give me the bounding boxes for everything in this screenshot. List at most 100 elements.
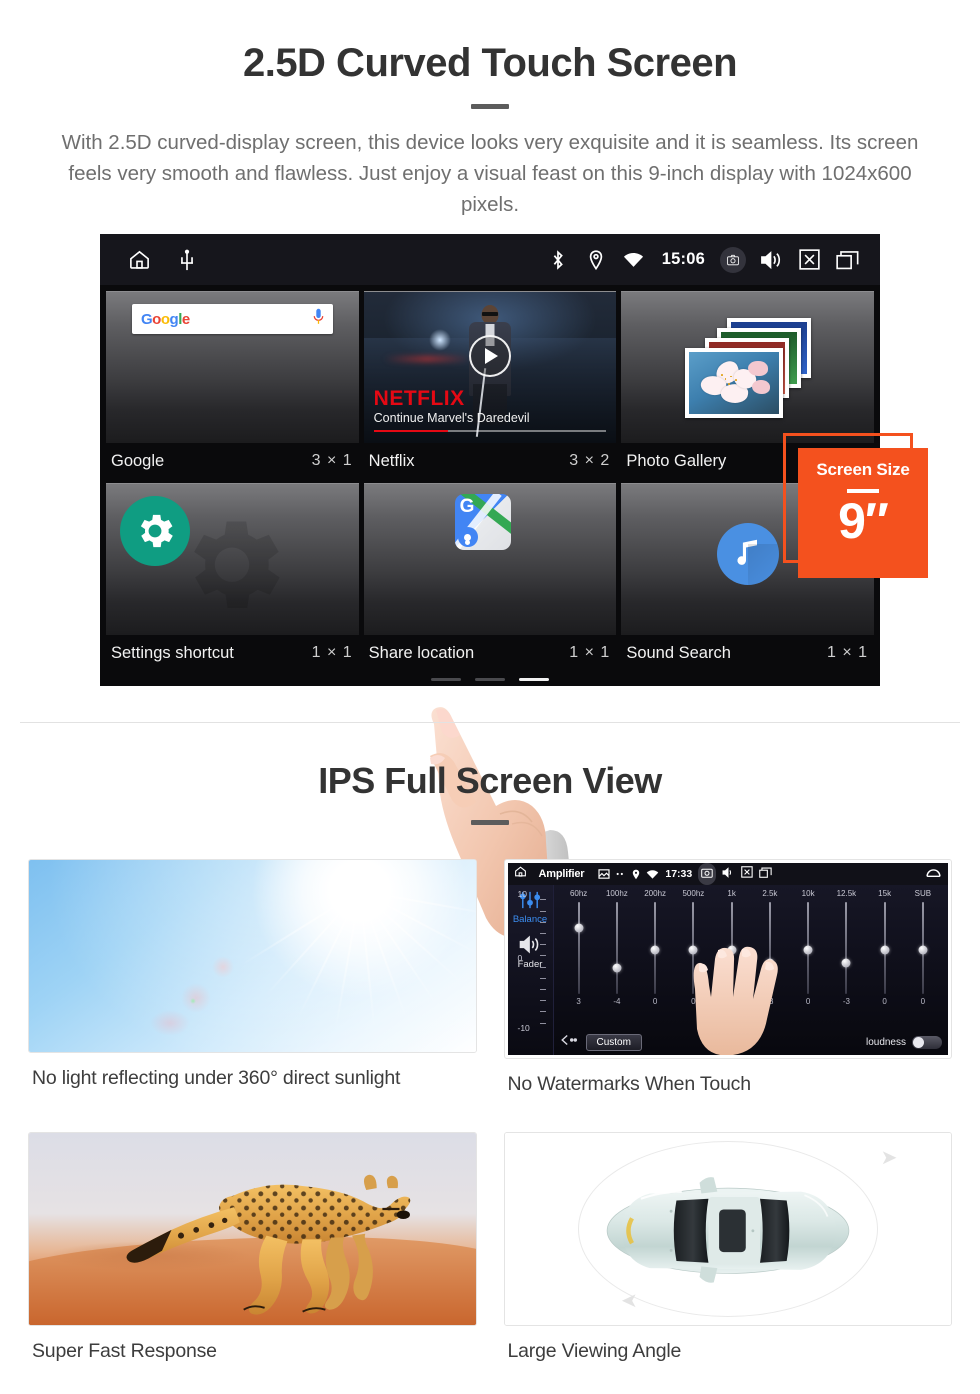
back-arrow-icon[interactable] xyxy=(560,1033,578,1051)
section-paragraph: With 2.5D curved-display screen, this de… xyxy=(61,131,919,217)
widget-preview xyxy=(621,291,874,444)
widget-name: Share location xyxy=(368,643,475,662)
device-screenshot-area: 15:06 Google Google 3 × 1 NETFLIX Contin… xyxy=(0,234,980,953)
feature-card-viewing-angle: ➤ ➤ Large Viewing Angle xyxy=(503,1132,952,1363)
band-label: 10k xyxy=(801,889,815,898)
card-caption: No light reflecting under 360° direct su… xyxy=(32,1067,401,1089)
band-label: 500hz xyxy=(682,889,705,898)
wifi-icon xyxy=(621,247,647,273)
widget-settings-shortcut[interactable]: Settings shortcut 1 × 1 xyxy=(106,483,359,671)
preset-button[interactable]: Custom xyxy=(585,1033,642,1051)
home-icon[interactable] xyxy=(126,247,152,273)
screen-size-badge: Screen Size 9″ xyxy=(798,448,928,579)
netflix-brand: NETFLIX xyxy=(373,387,465,411)
bluetooth-icon xyxy=(545,247,571,273)
amplifier-status-bar: Amplifier 17:33 xyxy=(507,863,948,885)
band-label: 200hz xyxy=(644,889,667,898)
amplifier-equalizer: Balance Fader 10 0 -10 60hz 100hz 200hz … xyxy=(507,885,948,1055)
card-caption: Super Fast Response xyxy=(32,1340,217,1362)
feature-card-grid: No light reflecting under 360° direct su… xyxy=(0,859,980,1363)
widget-label: Settings shortcut 1 × 1 xyxy=(106,635,359,671)
feature-card-cheetah: Super Fast Response xyxy=(28,1132,477,1363)
page-title: 2.5D Curved Touch Screen xyxy=(242,41,738,85)
scale-top: 10 xyxy=(517,889,527,899)
band-label: 1k xyxy=(727,889,736,898)
location-icon xyxy=(633,869,640,879)
photo-stack-icon xyxy=(675,316,821,420)
widget-size: 1 × 1 xyxy=(311,644,353,662)
volume-icon[interactable] xyxy=(722,865,735,883)
widget-netflix[interactable]: NETFLIX Continue Marvel's Daredevil Netf… xyxy=(363,291,617,479)
band-label: 60hz xyxy=(569,889,588,898)
band-slider[interactable] xyxy=(866,902,904,994)
close-icon[interactable] xyxy=(796,247,822,273)
band-slider[interactable] xyxy=(789,902,827,994)
band-slider[interactable] xyxy=(827,902,865,994)
band-labels: 60hz 100hz 200hz 500hz 1k 2.5k 10k 12.5k xyxy=(560,889,943,898)
gallery-icon xyxy=(598,869,610,879)
camera-icon[interactable] xyxy=(698,863,717,885)
location-icon xyxy=(583,247,609,273)
band-label: 12.5k xyxy=(836,889,857,898)
car-top-view: ➤ ➤ xyxy=(504,1133,951,1325)
feature-card-sunlight: No light reflecting under 360° direct su… xyxy=(28,859,477,1096)
status-bar-right: 15:06 xyxy=(545,246,868,273)
ips-section-title: IPS Full Screen View xyxy=(318,760,662,801)
title-underline xyxy=(471,104,509,109)
ips-title-underline xyxy=(471,820,509,825)
band-value: 3 xyxy=(576,997,581,1006)
play-icon[interactable] xyxy=(468,334,511,377)
recents-icon[interactable] xyxy=(834,247,860,273)
android-home-screen: 15:06 Google Google 3 × 1 NETFLIX Contin… xyxy=(100,234,880,687)
netflix-thumbnail: NETFLIX Continue Marvel's Daredevil xyxy=(363,292,617,444)
page-dot[interactable] xyxy=(431,678,461,682)
section-divider xyxy=(20,722,960,723)
widget-size: 1 × 1 xyxy=(569,644,611,662)
volume-icon[interactable] xyxy=(758,247,784,273)
widget-google[interactable]: Google Google 3 × 1 xyxy=(106,291,359,479)
widget-size: 1 × 1 xyxy=(826,644,868,662)
band-value: -3 xyxy=(842,997,850,1006)
camera-icon[interactable] xyxy=(720,246,746,273)
back-icon[interactable] xyxy=(925,865,942,883)
home-icon[interactable] xyxy=(514,865,527,883)
loudness-toggle[interactable] xyxy=(912,1035,942,1049)
cheetah-silhouette xyxy=(126,1174,411,1315)
amplifier-status-icons xyxy=(598,869,659,880)
music-note-icon xyxy=(716,522,779,585)
band-slider[interactable] xyxy=(904,902,942,994)
curved-screen-section: 2.5D Curved Touch Screen With 2.5D curve… xyxy=(0,0,980,953)
page-indicator xyxy=(100,678,880,682)
widget-preview xyxy=(106,483,359,636)
card-caption: Large Viewing Angle xyxy=(507,1340,682,1362)
widget-share-location[interactable]: G Share location 1 × 1 xyxy=(363,483,617,671)
badge-value: 9″ xyxy=(838,493,889,550)
gear-watermark-icon xyxy=(173,506,291,624)
band-slider[interactable] xyxy=(598,902,636,994)
progress-bar xyxy=(373,429,607,433)
close-icon[interactable] xyxy=(741,865,753,883)
band-label: 15k xyxy=(878,889,892,898)
page-dot-active[interactable] xyxy=(519,678,549,682)
google-maps-icon: G xyxy=(454,494,511,551)
widget-name: Photo Gallery xyxy=(626,451,727,470)
widget-preview: G xyxy=(363,483,617,636)
band-slider[interactable] xyxy=(636,902,674,994)
mic-icon[interactable] xyxy=(313,308,324,330)
google-search-bar[interactable]: Google xyxy=(132,304,333,335)
band-label: 2.5k xyxy=(762,889,778,898)
page-dot[interactable] xyxy=(475,678,505,682)
band-label: 100hz xyxy=(605,889,628,898)
ips-section: IPS Full Screen View No light reflecting… xyxy=(0,730,980,1363)
product-feature-page: 2.5D Curved Touch Screen With 2.5D curve… xyxy=(0,0,980,1394)
image-frame xyxy=(28,1132,477,1326)
band-label: SUB xyxy=(914,889,932,898)
band-slider[interactable] xyxy=(560,902,598,994)
recents-icon[interactable] xyxy=(759,865,772,883)
scale-mid: 0 xyxy=(517,952,523,963)
widget-name: Settings shortcut xyxy=(111,643,234,662)
band-value: 0 xyxy=(920,997,926,1006)
loudness-control: loudness xyxy=(866,1035,942,1049)
image-frame: Amplifier 17:33 Balance Fader 10 0 -10 6… xyxy=(503,859,952,1059)
band-value: 0 xyxy=(652,997,658,1006)
